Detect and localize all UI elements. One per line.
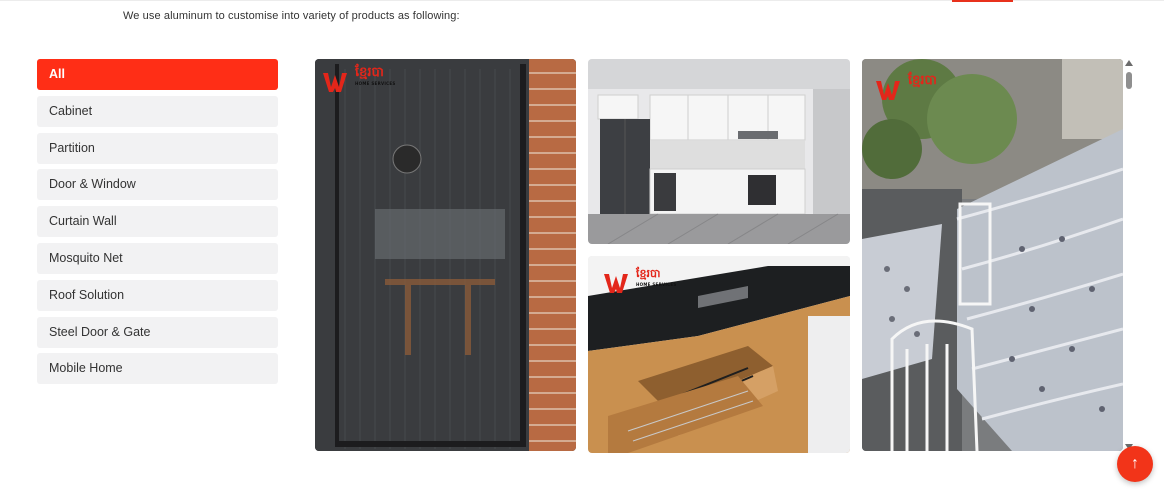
category-door-window[interactable]: Door & Window	[37, 169, 278, 201]
category-filter: All Cabinet Partition Door & Window Curt…	[37, 59, 278, 390]
brand-tagline: HOME SERVICES	[636, 282, 677, 287]
brand-name: ខ្មែរបា	[636, 267, 661, 280]
brand-tagline: HOME SERVICES	[355, 81, 396, 86]
arrow-up-icon: ↑	[1131, 455, 1139, 472]
scrollbar-thumb[interactable]	[1126, 72, 1132, 89]
brand-logo: ខ្មែរបា	[874, 71, 937, 101]
polycarbonate-roof-photo[interactable]: ខ្មែរបា	[862, 59, 1123, 451]
mosquito-net-door-photo[interactable]: ខ្មែរបា HOME SERVICES	[315, 59, 576, 451]
scroll-up-arrow-icon[interactable]	[1125, 60, 1133, 66]
category-mobile-home[interactable]: Mobile Home	[37, 353, 278, 385]
brand-logo: ខ្មែរបា HOME SERVICES	[602, 264, 677, 294]
intro-text: We use aluminum to customise into variet…	[123, 10, 460, 22]
back-to-top-button[interactable]: ↑	[1117, 446, 1153, 482]
wood-kitchen-drawer-photo[interactable]: ខ្មែរបា HOME SERVICES	[588, 256, 850, 453]
brand-logo-mark-icon	[876, 81, 900, 100]
category-cabinet[interactable]: Cabinet	[37, 95, 278, 127]
brand-logo: ខ្មែរបា HOME SERVICES	[321, 63, 396, 93]
brand-logo-mark-icon	[323, 73, 347, 92]
brand-name: ខ្មែរបា	[908, 73, 937, 88]
active-nav-indicator	[952, 0, 1013, 2]
category-steel-door-gate[interactable]: Steel Door & Gate	[37, 316, 278, 348]
category-mosquito-net[interactable]: Mosquito Net	[37, 242, 278, 274]
white-kitchen-cabinet-photo[interactable]	[588, 59, 850, 244]
category-all[interactable]: All	[37, 59, 278, 90]
brand-logo-mark-icon	[604, 274, 628, 293]
category-partition[interactable]: Partition	[37, 132, 278, 164]
brand-name: ខ្មែរបា	[355, 65, 384, 80]
gallery-scrollbar[interactable]	[1124, 59, 1134, 451]
category-curtain-wall[interactable]: Curtain Wall	[37, 206, 278, 238]
category-roof-solution[interactable]: Roof Solution	[37, 279, 278, 311]
